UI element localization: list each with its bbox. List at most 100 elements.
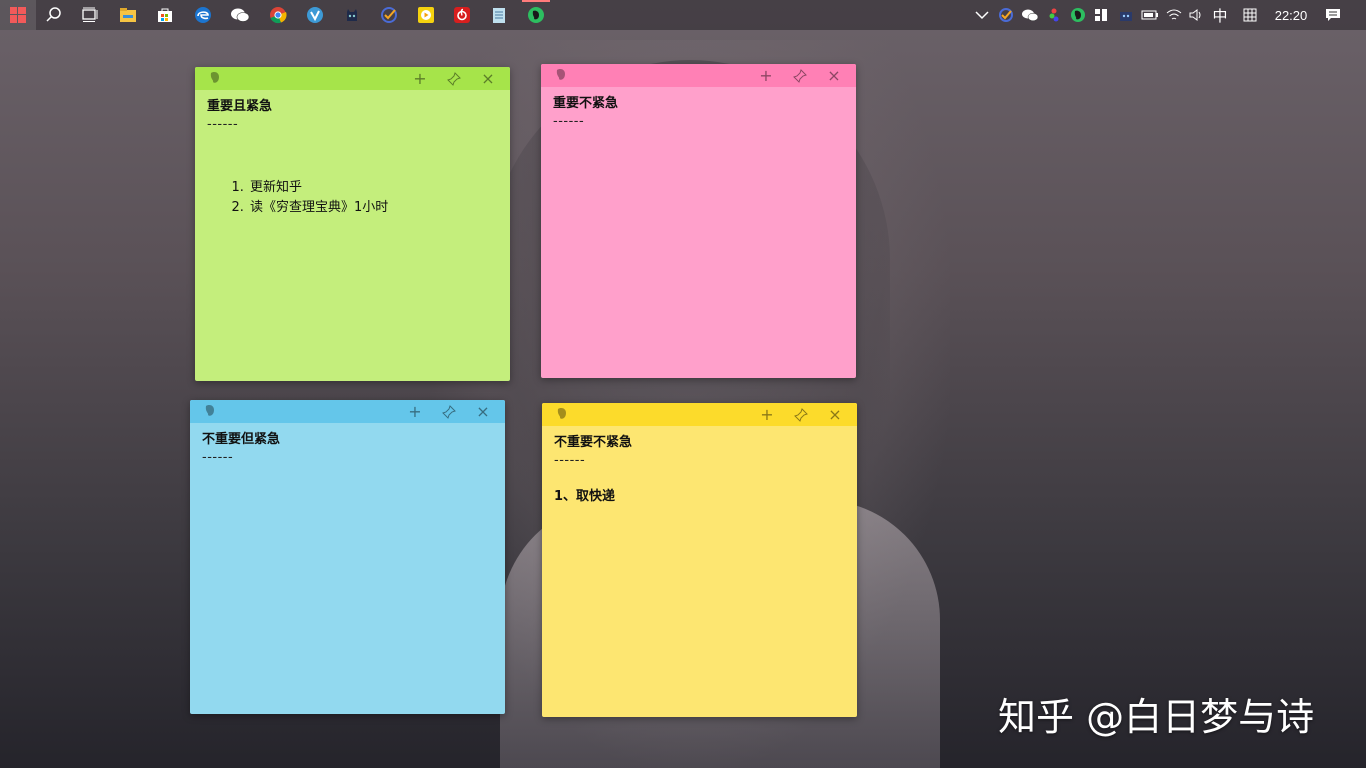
pin-icon: [793, 69, 807, 83]
tray-wechat[interactable]: [1020, 4, 1040, 26]
wechat-icon: [231, 8, 250, 22]
sticky-note-not-important-not-urgent[interactable]: + × 不重要不紧急 ------ 1、取快递: [542, 403, 857, 717]
pin-button[interactable]: [790, 66, 810, 86]
game-icon: [347, 9, 357, 21]
tray-evernote[interactable]: [1068, 4, 1088, 26]
note-header[interactable]: + ×: [542, 403, 857, 426]
pin-icon: [442, 405, 456, 419]
pin-button[interactable]: [439, 402, 459, 422]
media-player-button[interactable]: [408, 0, 444, 30]
edge-icon: [195, 7, 211, 23]
ime-grid-icon: [1243, 8, 1257, 22]
ticktick-icon: [999, 8, 1013, 22]
grid-app-icon: [1095, 9, 1107, 21]
sticky-note-important-urgent[interactable]: + × 重要且紧急 ------ 更新知乎 读《穷查理宝典》1小时: [195, 67, 510, 381]
note-body[interactable]: 不重要不紧急 ------ 1、取快递: [542, 426, 857, 506]
search-icon: [46, 7, 61, 22]
vivaldi-icon: [307, 7, 323, 23]
pin-button[interactable]: [791, 405, 811, 425]
add-note-button[interactable]: +: [410, 69, 430, 89]
add-note-button[interactable]: +: [757, 405, 777, 425]
pin-icon: [794, 408, 808, 422]
tray-volume[interactable]: [1186, 4, 1206, 26]
palette-icon: [1049, 8, 1059, 22]
file-explorer-icon: [120, 8, 136, 22]
file-explorer-button[interactable]: [110, 0, 146, 30]
evernote-icon[interactable]: [553, 67, 569, 83]
start-button[interactable]: [0, 0, 36, 30]
game-icon: [1120, 12, 1132, 21]
chrome-button[interactable]: [260, 0, 296, 30]
tray-ticktick[interactable]: [996, 4, 1016, 26]
evernote-icon: [528, 7, 544, 23]
ime-indicator[interactable]: 中: [1208, 0, 1232, 30]
note-header[interactable]: + ×: [541, 64, 856, 87]
note-separator: ------: [553, 114, 585, 129]
notification-icon: [1326, 9, 1340, 21]
zhihu-watermark: 知乎 @白日梦与诗: [998, 695, 1315, 739]
task-view-icon: [82, 7, 98, 22]
netease-music-button[interactable]: [444, 0, 480, 30]
task-view-button[interactable]: [72, 0, 108, 30]
ticktick-icon: [381, 7, 397, 23]
vivaldi-button[interactable]: [297, 0, 333, 30]
note-text: 1、取快递: [554, 489, 616, 504]
battery-icon: [1141, 10, 1158, 20]
windows-logo-icon: [10, 7, 26, 23]
ticktick-button[interactable]: [371, 0, 407, 30]
tray-ime-mode[interactable]: [1240, 4, 1260, 26]
close-note-button[interactable]: ×: [825, 405, 845, 425]
close-note-button[interactable]: ×: [824, 66, 844, 86]
evernote-icon[interactable]: [202, 403, 218, 419]
tray-color-app[interactable]: [1044, 4, 1064, 26]
note-separator: ------: [554, 453, 586, 468]
note-title: 不重要不紧急: [554, 435, 633, 450]
chevron-down-icon: [975, 11, 989, 20]
list-item: 更新知乎: [248, 178, 498, 198]
evernote-icon: [1071, 8, 1085, 22]
tray-app-grid[interactable]: [1091, 4, 1111, 26]
wifi-icon: [1166, 9, 1182, 20]
note-body[interactable]: 不重要但紧急 ------: [190, 423, 505, 467]
add-note-button[interactable]: +: [756, 66, 776, 86]
note-separator: ------: [202, 450, 234, 465]
store-icon: [158, 8, 172, 22]
note-body[interactable]: 重要不紧急 ------: [541, 87, 856, 131]
note-body[interactable]: 重要且紧急 ------ 更新知乎 读《穷查理宝典》1小时: [195, 90, 510, 218]
sticky-note-important-not-urgent[interactable]: + × 重要不紧急 ------: [541, 64, 856, 378]
volume-icon: [1189, 9, 1201, 21]
taskbar: 中 22:20: [0, 0, 1366, 30]
add-note-button[interactable]: +: [405, 402, 425, 422]
evernote-icon[interactable]: [207, 70, 223, 86]
note-title: 重要且紧急: [207, 99, 273, 114]
action-center-button[interactable]: [1323, 4, 1343, 26]
pin-button[interactable]: [444, 69, 464, 89]
close-note-button[interactable]: ×: [478, 69, 498, 89]
netease-music-icon: [454, 7, 470, 23]
notepad-button[interactable]: [481, 0, 517, 30]
list-item: 读《穷查理宝典》1小时: [248, 198, 498, 218]
tray-expand-button[interactable]: [972, 4, 992, 26]
note-task-list: 更新知乎 读《穷查理宝典》1小时: [207, 178, 498, 218]
wechat-icon: [1022, 9, 1039, 22]
close-note-button[interactable]: ×: [473, 402, 493, 422]
pin-icon: [447, 72, 461, 86]
search-button[interactable]: [36, 0, 72, 30]
store-button[interactable]: [147, 0, 183, 30]
tray-game[interactable]: [1116, 4, 1136, 26]
note-header[interactable]: + ×: [195, 67, 510, 90]
tray-network[interactable]: [1164, 4, 1184, 26]
wechat-button[interactable]: [222, 0, 258, 30]
sticky-note-not-important-urgent[interactable]: + × 不重要但紧急 ------: [190, 400, 505, 714]
note-title: 不重要但紧急: [202, 432, 281, 447]
tray-battery[interactable]: [1140, 4, 1160, 26]
evernote-button[interactable]: [518, 0, 554, 30]
taskbar-clock[interactable]: 22:20: [1268, 0, 1314, 30]
game-button[interactable]: [334, 0, 370, 30]
edge-button[interactable]: [185, 0, 221, 30]
evernote-icon[interactable]: [554, 406, 570, 422]
media-player-icon: [418, 7, 434, 23]
note-separator: ------: [207, 117, 239, 132]
chrome-icon: [270, 7, 287, 24]
note-header[interactable]: + ×: [190, 400, 505, 423]
